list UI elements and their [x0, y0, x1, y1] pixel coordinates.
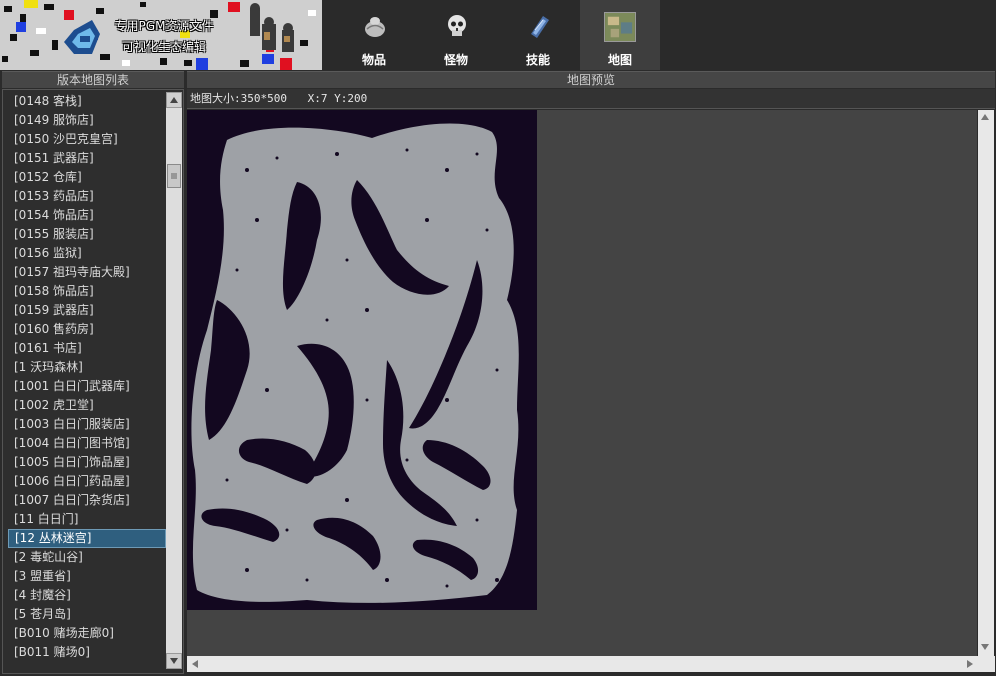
preview-scroll-down-button[interactable] — [978, 640, 994, 656]
map-info-bar: 地图大小:350*500 X:7 Y:200 — [187, 89, 995, 109]
arrow-left-icon — [192, 660, 198, 668]
map-list-item[interactable]: [0149 服饰店] — [8, 111, 166, 130]
map-list-item[interactable]: [0151 武器店] — [8, 149, 166, 168]
map-list-item[interactable]: [5 苍月岛] — [8, 605, 166, 624]
item-bag-icon — [365, 17, 385, 37]
arrow-up-icon — [170, 97, 178, 103]
arrow-down-icon — [170, 658, 178, 664]
app-banner: 专用PGM资源文件 可视化生态编辑 — [0, 0, 322, 70]
banner-artwork — [0, 0, 322, 70]
map-list-item[interactable]: [1004 白日门图书馆] — [8, 434, 166, 453]
preview-vertical-scrollbar[interactable] — [978, 110, 994, 656]
scroll-thumb[interactable] — [167, 164, 181, 188]
map-list-item[interactable]: [0153 药品店] — [8, 187, 166, 206]
map-list-item[interactable]: [3 盟重省] — [8, 567, 166, 586]
preview-scroll-left-button[interactable] — [187, 656, 203, 672]
map-list-item[interactable]: [0156 监狱] — [8, 244, 166, 263]
map-list-item[interactable]: [0160 售药房] — [8, 320, 166, 339]
map-list-item[interactable]: [0157 祖玛寺庙大殿] — [8, 263, 166, 282]
map-preview-image[interactable] — [187, 110, 537, 610]
tab-maps[interactable]: 地图 — [580, 0, 660, 70]
category-toolbar: 物品 怪物 技能 地图 — [322, 0, 996, 70]
map-list-item[interactable]: [1003 白日门服装店] — [8, 415, 166, 434]
scrollbar-corner — [978, 656, 995, 672]
map-list-item[interactable]: [B010 赌场走廊0] — [8, 624, 166, 643]
banner-text-line2: 可视化生态编辑 — [121, 40, 206, 54]
tab-items[interactable]: 物品 — [334, 0, 414, 70]
map-list-item[interactable]: [4 封魔谷] — [8, 586, 166, 605]
map-preview-viewport[interactable] — [187, 110, 977, 656]
map-list-item[interactable]: [0161 书店] — [8, 339, 166, 358]
map-list-item[interactable]: [1002 虎卫堂] — [8, 396, 166, 415]
map-list-item[interactable]: [0155 服装店] — [8, 225, 166, 244]
cursor-coords-text: X:7 Y:200 — [307, 92, 368, 105]
map-preview-header: 地图预览 — [187, 71, 995, 88]
map-list-header: 版本地图列表 — [2, 71, 184, 88]
grip-icon — [171, 173, 177, 179]
arrow-right-icon — [967, 660, 973, 668]
preview-horizontal-scrollbar[interactable] — [187, 656, 978, 672]
map-list-scrollbar[interactable] — [166, 92, 182, 669]
map-list: [0148 客栈] [0149 服饰店] [0150 沙巴克皇宫] [0151 武器店… — [8, 92, 166, 668]
map-list-item[interactable]: [0154 饰品店] — [8, 206, 166, 225]
map-list-item[interactable]: [1 沃玛森林] — [8, 358, 166, 377]
map-list-item[interactable]: [0158 饰品店] — [8, 282, 166, 301]
map-list-item[interactable]: [1005 白日门饰品屋] — [8, 453, 166, 472]
preview-scroll-right-button[interactable] — [962, 656, 978, 672]
skill-book-icon — [531, 16, 549, 38]
map-size-text: 地图大小:350*500 — [190, 92, 287, 105]
tab-skills-label: 技能 — [525, 53, 550, 67]
arrow-up-icon — [981, 114, 989, 120]
map-list-item[interactable]: [1006 白日门药品屋] — [8, 472, 166, 491]
tab-maps-label: 地图 — [607, 53, 632, 67]
tab-skills[interactable]: 技能 — [498, 0, 578, 70]
scroll-up-button[interactable] — [166, 92, 182, 108]
map-list-item[interactable]: [0148 客栈] — [8, 92, 166, 111]
tab-monsters[interactable]: 怪物 — [416, 0, 496, 70]
arrow-down-icon — [981, 644, 989, 650]
map-list-item[interactable]: [0152 仓库] — [8, 168, 166, 187]
map-list-item[interactable]: [12 丛林迷宫] — [8, 529, 166, 548]
map-list-item[interactable]: [B011 赌场0] — [8, 643, 166, 662]
map-list-item[interactable]: [0150 沙巴克皇宫] — [8, 130, 166, 149]
tab-items-label: 物品 — [361, 53, 386, 67]
map-thumbnail-icon — [604, 12, 636, 42]
skull-icon — [448, 15, 466, 36]
map-list-item[interactable]: [11 白日门] — [8, 510, 166, 529]
tab-monsters-label: 怪物 — [443, 53, 468, 67]
preview-scroll-up-button[interactable] — [978, 110, 994, 126]
map-list-panel: [0148 客栈] [0149 服饰店] [0150 沙巴克皇宫] [0151 武器店… — [2, 89, 184, 674]
scroll-down-button[interactable] — [166, 653, 182, 669]
map-list-item[interactable]: [1007 白日门杂货店] — [8, 491, 166, 510]
banner-text-line1: 专用PGM资源文件 — [114, 19, 214, 33]
map-list-item[interactable]: [2 毒蛇山谷] — [8, 548, 166, 567]
map-list-item[interactable]: [1001 白日门武器库] — [8, 377, 166, 396]
map-list-item[interactable]: [0159 武器店] — [8, 301, 166, 320]
